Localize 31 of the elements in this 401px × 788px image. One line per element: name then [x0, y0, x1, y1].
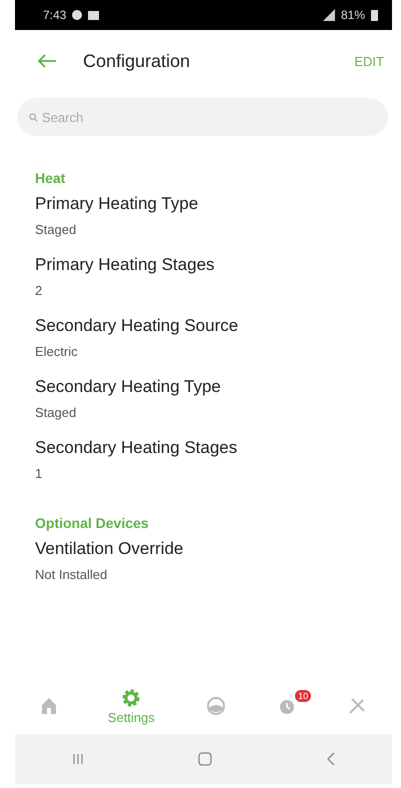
section-heading: Optional Devices — [35, 515, 150, 531]
battery-level: 81% — [340, 8, 365, 22]
setting-label[interactable]: Primary Heating Type — [35, 194, 392, 214]
setting-value: Staged — [35, 405, 78, 420]
setting-label[interactable]: Primary Heating Stages — [35, 255, 392, 275]
notification-icon — [72, 10, 82, 20]
setting-value: Electric — [35, 344, 79, 359]
search-field[interactable]: Search — [17, 98, 388, 136]
image-icon — [88, 10, 100, 20]
house-icon — [40, 697, 57, 715]
setting-label[interactable]: Secondary Heating Type — [35, 377, 392, 397]
setting-label[interactable]: Ventilation Override — [35, 539, 392, 559]
battery-icon — [371, 10, 378, 20]
setting-value: Staged — [35, 222, 78, 237]
notification-badge: 10 — [295, 690, 312, 702]
back-icon[interactable] — [326, 752, 334, 766]
search-icon — [29, 113, 38, 122]
section-heading: Heat — [35, 170, 66, 186]
back-arrow-icon[interactable] — [37, 53, 57, 69]
setting-value: 2 — [35, 283, 44, 298]
recent-apps-icon[interactable] — [72, 753, 82, 765]
home-icon[interactable] — [198, 752, 212, 766]
setting-value: 1 — [35, 466, 44, 481]
circle-icon — [206, 696, 226, 716]
status-time: 7:43 — [43, 8, 66, 22]
setting-value: Not Installed — [35, 567, 108, 582]
gear-icon — [121, 688, 142, 708]
setting-label[interactable]: Secondary Heating Stages — [35, 438, 392, 458]
signal-icon — [322, 9, 335, 21]
setting-label[interactable]: Secondary Heating Source — [35, 316, 392, 336]
page-title: Configuration — [83, 50, 190, 72]
